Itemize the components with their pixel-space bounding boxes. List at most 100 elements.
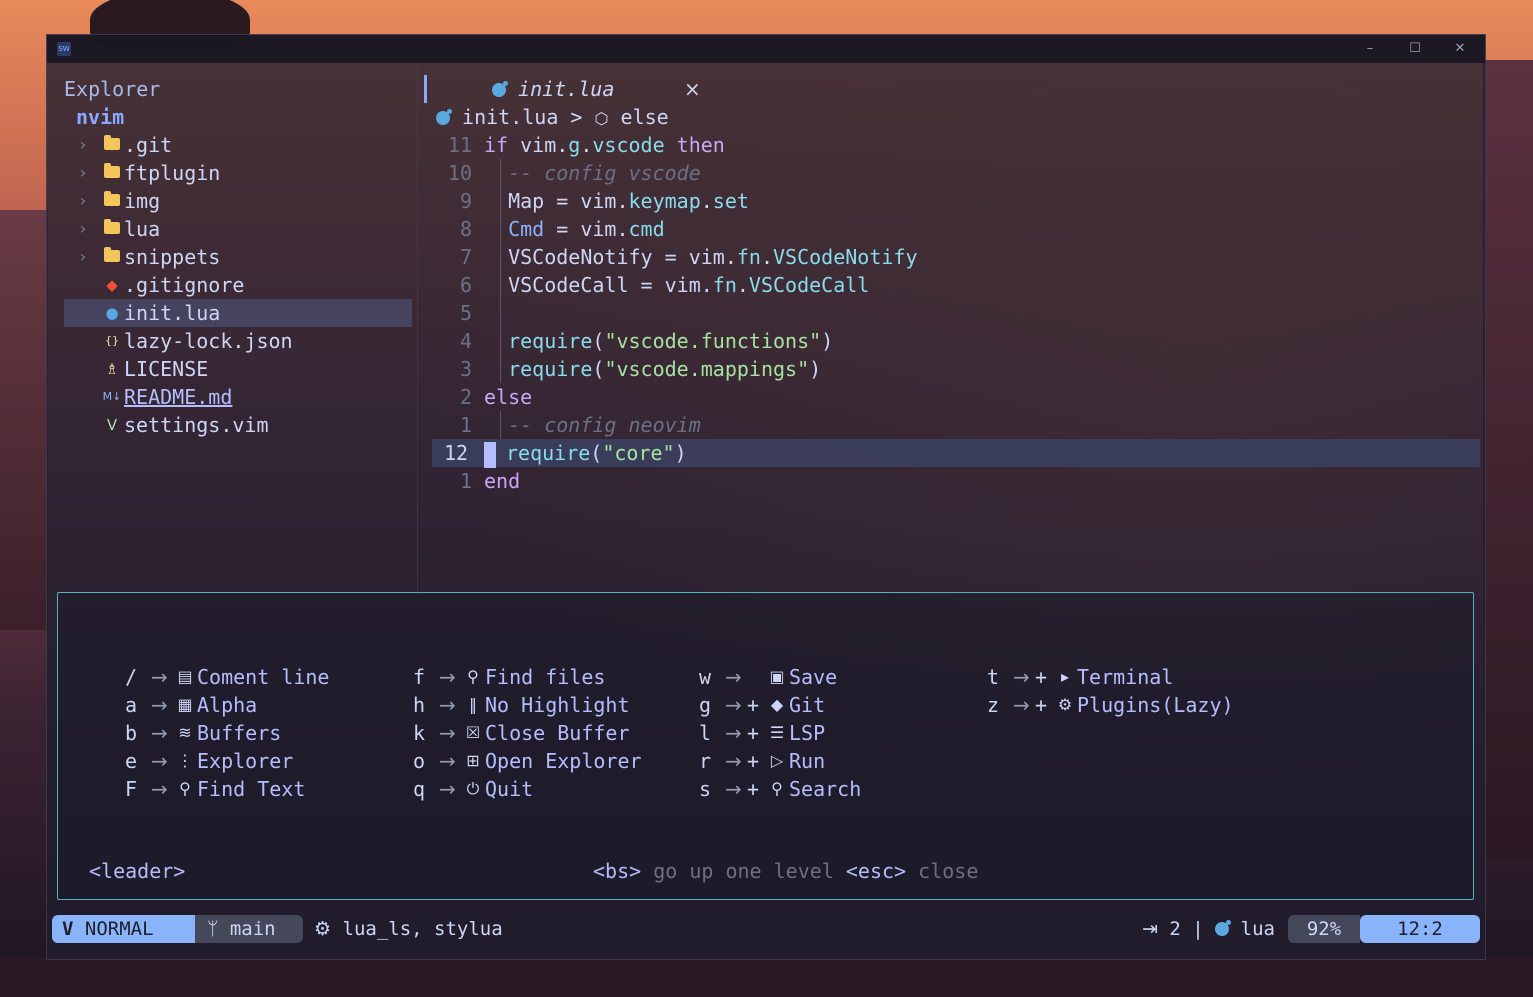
explorer-item-label: img — [124, 189, 161, 213]
arrow-icon: → — [1013, 693, 1030, 717]
close-box-icon: ☒ — [465, 723, 481, 742]
explorer-item-label: lua — [124, 217, 161, 241]
maximize-button[interactable]: ☐ — [1400, 39, 1430, 59]
explorer-item[interactable]: › ftplugin — [64, 159, 419, 187]
explorer-item[interactable]: › img — [64, 187, 419, 215]
chevron-right-icon[interactable]: › — [76, 215, 100, 243]
chevron-right-icon[interactable]: › — [76, 243, 100, 271]
split-divider[interactable] — [417, 65, 418, 595]
code-buffer[interactable]: 11 if vim.g.vscode then 10 -- config vscod… — [432, 131, 1480, 495]
breadcrumb: init.lua > ⬡ else — [432, 103, 1480, 131]
which-key-mapping[interactable]: b → ≋ Buffers — [125, 719, 329, 747]
explorer-item[interactable]: ● init.lua — [64, 299, 412, 327]
explorer-item[interactable]: {} lazy-lock.json — [64, 327, 419, 355]
chevron-right-icon[interactable]: › — [76, 187, 100, 215]
which-key-mapping[interactable]: e → ⋮ Explorer — [125, 747, 329, 775]
chevron-right-icon[interactable]: › — [76, 159, 100, 187]
code-line[interactable]: 2 else — [432, 383, 1480, 411]
which-key-mapping[interactable]: a → ▦ Alpha — [125, 691, 329, 719]
line-text: -- config neovim — [484, 411, 701, 439]
code-line[interactable]: 3 require("vscode.mappings") — [432, 355, 1480, 383]
breadcrumb-separator: > — [570, 105, 583, 129]
code-line[interactable]: 11 if vim.g.vscode then — [432, 131, 1480, 159]
title-bar[interactable]: SW – ☐ ✕ — [47, 35, 1485, 63]
explorer-item[interactable]: › lua — [64, 215, 419, 243]
explorer-item[interactable]: ♗ LICENSE — [64, 355, 419, 383]
code-line[interactable]: 9 Map = vim.keymap.set — [432, 187, 1480, 215]
which-key-mapping[interactable]: f → ⚲ Find files — [413, 663, 642, 691]
explorer-root[interactable]: nvim — [64, 103, 419, 131]
explorer-item[interactable]: › .git — [64, 131, 419, 159]
which-key-mapping[interactable]: z → + ⚙ Plugins(Lazy) — [987, 691, 1234, 719]
close-window-button[interactable]: ✕ — [1445, 39, 1475, 59]
line-text: require("core") — [484, 439, 687, 468]
which-key-mapping[interactable]: g → + ◆ Git — [699, 691, 861, 719]
which-key-mapping[interactable]: / → ▤ Coment line — [125, 663, 329, 691]
token: "vscode.mappings" — [604, 357, 810, 381]
vim-icon: V — [62, 918, 74, 940]
which-key-mapping[interactable]: t → + ▸ Terminal — [987, 663, 1234, 691]
which-key-mapping[interactable]: l → + ☰ LSP — [699, 719, 861, 747]
explorer-item[interactable]: › snippets — [64, 243, 419, 271]
indent-guide — [500, 243, 501, 271]
token: set — [712, 189, 749, 213]
tab-close-button[interactable]: × — [684, 75, 701, 103]
lua-icon: ● — [105, 304, 119, 322]
line-text: require("vscode.mappings") — [484, 355, 821, 383]
arrow-icon: → — [151, 665, 168, 689]
which-key-mapping[interactable]: h → ‖ No Highlight — [413, 691, 642, 719]
which-key-mapping[interactable]: w → ▣ Save — [699, 663, 861, 691]
line-number: 4 — [459, 329, 472, 353]
open-explorer-icon: ⊞ — [466, 751, 480, 770]
breadcrumb-symbol[interactable]: else — [621, 105, 669, 129]
explorer-item[interactable]: ◆ .gitignore — [64, 271, 419, 299]
wallpaper-house-left — [0, 210, 48, 630]
explorer-item-label: init.lua — [124, 301, 221, 325]
search-icon: ⚲ — [467, 667, 479, 686]
chevron-right-icon[interactable]: › — [76, 131, 100, 159]
token: else — [484, 385, 533, 409]
explorer-item[interactable]: M↓ README.md — [64, 383, 419, 411]
code-line[interactable]: 5 — [432, 299, 1480, 327]
breadcrumb-file[interactable]: init.lua — [462, 105, 558, 129]
lsp-status[interactable]: ⚙ lua_ls, stylua — [314, 915, 503, 943]
which-key-mapping[interactable]: r → + ▷ Run — [699, 747, 861, 775]
editor-pane[interactable]: init.lua × init.lua > ⬡ else 11 if vim.g.… — [432, 75, 1480, 495]
folder-shape — [104, 191, 120, 206]
arrow-icon: → — [151, 693, 168, 717]
which-key-mapping[interactable]: s → + ⚲ Search — [699, 775, 861, 803]
mapping-key: F — [125, 777, 138, 801]
code-line[interactable]: 8 Cmd = vim.cmd — [432, 215, 1480, 243]
which-key-mapping[interactable]: k → ☒ Close Buffer — [413, 719, 642, 747]
tab-init-lua[interactable]: init.lua — [492, 75, 614, 103]
minimize-button[interactable]: – — [1355, 39, 1385, 59]
code-line[interactable]: 4 require("vscode.functions") — [432, 327, 1480, 355]
git-branch[interactable]: ᛘ main — [195, 915, 303, 943]
code-line[interactable]: 1 -- config neovim — [432, 411, 1480, 439]
token: ) — [674, 441, 687, 465]
license-icon: ♗ — [105, 360, 119, 378]
tabline: init.lua × — [432, 75, 1480, 103]
line-number: 3 — [459, 357, 472, 381]
code-line[interactable]: 6 VSCodeCall = vim.fn.VSCodeCall — [432, 271, 1480, 299]
which-key-mapping[interactable]: q → ⏻ Quit — [413, 775, 642, 803]
mapping-key: q — [413, 777, 426, 801]
arrow-icon: → — [151, 721, 168, 745]
code-line[interactable]: 7 VSCodeNotify = vim.fn.VSCodeNotify — [432, 243, 1480, 271]
token: = vim. — [544, 217, 629, 241]
line-number: 1 — [459, 469, 472, 493]
app-icon: SW — [57, 42, 71, 56]
code-line[interactable]: 10 -- config vscode — [432, 159, 1480, 187]
sliders-icon: ☰ — [769, 723, 785, 742]
indent-info: ⇥ 2 | lua — [1142, 915, 1275, 943]
indent-guide — [500, 411, 501, 439]
mapping-label: Explorer — [197, 749, 294, 773]
terminal-window: SW – ☐ ✕ Explorer nvim › .git › ftplugin › im… — [46, 34, 1486, 960]
current-line[interactable]: 12 require("core") — [432, 439, 1480, 468]
code-line[interactable]: 1 end — [432, 467, 1480, 495]
explorer-item[interactable]: Vsettings.vim — [64, 411, 419, 439]
explorer-item-label: README.md — [124, 385, 233, 409]
which-key-mapping[interactable]: o → ⊞ Open Explorer — [413, 747, 642, 775]
which-key-mapping[interactable]: F → ⚲ Find Text — [125, 775, 329, 803]
line-number: 10 — [447, 161, 472, 185]
